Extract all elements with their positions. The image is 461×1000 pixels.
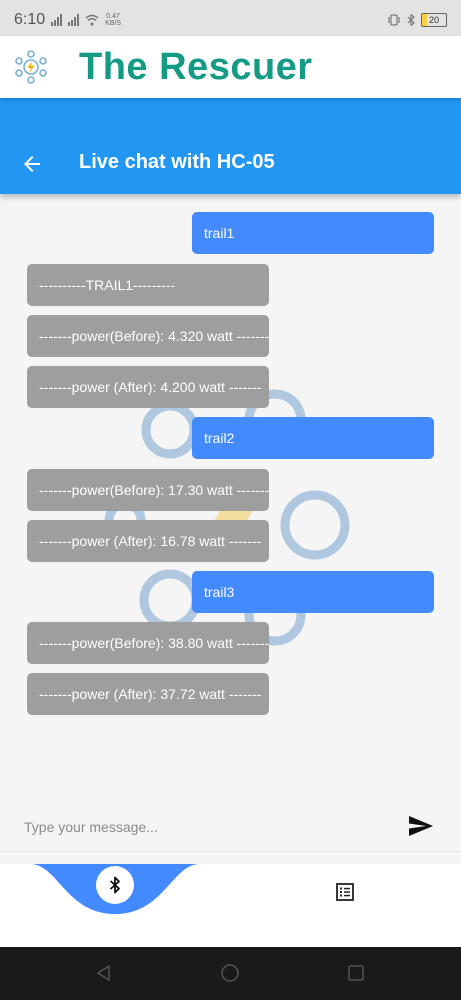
app-title: The Rescuer (79, 45, 313, 88)
status-bar: 6:10 0.47 KB/S 20 (0, 0, 461, 40)
message-bubble-received: -------power(Before): 17.30 watt ------- (27, 469, 269, 511)
message-bubble-received: -------power (After): 4.200 watt ------- (27, 366, 269, 408)
home-nav-icon[interactable] (220, 963, 240, 983)
message-bubble-sent: trail2 (192, 417, 434, 459)
battery-level: 20 (428, 15, 439, 25)
message-bubble-received: -------power(Before): 4.320 watt ------- (27, 315, 269, 357)
message-text: ----------TRAIL1--------- (39, 277, 176, 293)
message-composer (0, 800, 461, 852)
system-nav-bar (0, 947, 461, 1000)
message-bubble-sent: trail3 (192, 571, 434, 613)
message-text: -------power (After): 4.200 watt ------- (39, 379, 262, 395)
battery-icon: 20 (421, 13, 447, 27)
bolt-network-logo-icon (15, 50, 47, 84)
message-text: -------power(Before): 38.80 watt ------- (39, 635, 269, 651)
vibrate-icon (388, 14, 400, 26)
bluetooth-icon (109, 876, 120, 894)
message-bubble-received: ----------TRAIL1--------- (27, 264, 269, 306)
signal-icon (51, 14, 63, 26)
status-left: 6:10 0.47 KB/S (14, 11, 121, 29)
recents-nav-icon[interactable] (346, 963, 366, 983)
wifi-icon (85, 14, 99, 26)
message-text: trail2 (204, 430, 235, 446)
message-text: trail3 (204, 584, 235, 600)
network-speed: 0.47 KB/S (105, 13, 121, 27)
status-time: 6:10 (14, 11, 46, 28)
bluetooth-status-icon (407, 14, 415, 26)
status-right: 20 (387, 13, 447, 27)
message-text: -------power (After): 16.78 watt ------- (39, 533, 262, 549)
message-text: -------power (After): 37.72 watt ------- (39, 686, 262, 702)
list-icon[interactable] (336, 883, 354, 901)
message-bubble-sent: trail1 (192, 212, 434, 254)
message-input[interactable] (22, 814, 386, 840)
chat-title: Live chat with HC-05 (79, 151, 275, 173)
arrow-back-icon[interactable] (20, 152, 44, 176)
bottom-nav (0, 864, 461, 947)
message-bubble-received: -------power(Before): 38.80 watt ------- (27, 622, 269, 664)
message-text: -------power(Before): 17.30 watt ------- (39, 482, 269, 498)
message-text: -------power(Before): 4.320 watt ------- (39, 328, 269, 344)
app-bar: The Rescuer (0, 36, 461, 98)
signal-icon-2 (68, 14, 80, 26)
back-nav-icon[interactable] (94, 963, 114, 983)
network-speed-unit: KB/S (105, 20, 122, 27)
send-icon[interactable] (408, 815, 434, 837)
nav-bluetooth-button[interactable] (96, 866, 134, 904)
message-bubble-received: -------power (After): 37.72 watt ------- (27, 673, 269, 715)
network-speed-value: 0.47 (106, 13, 120, 20)
message-bubble-received: -------power (After): 16.78 watt ------- (27, 520, 269, 562)
chat-header: Live chat with HC-05 (0, 98, 461, 194)
message-text: trail1 (204, 225, 235, 241)
